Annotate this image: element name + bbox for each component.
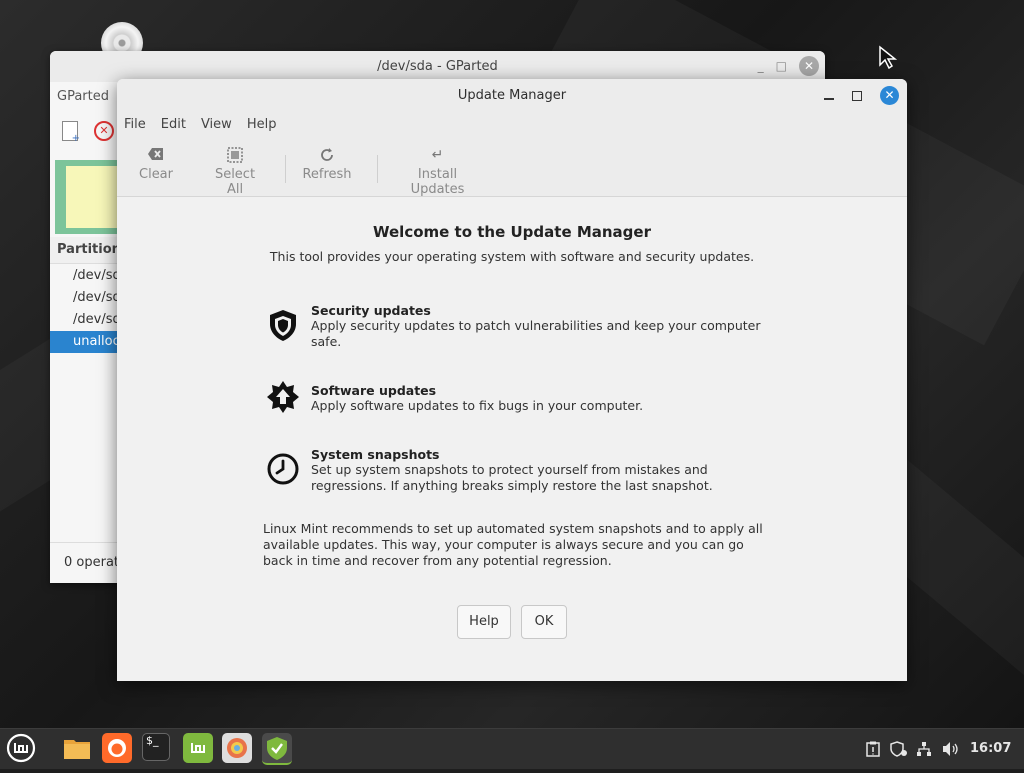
recommendation-text: Linux Mint recommends to set up automate… — [263, 521, 763, 568]
volume-tray-icon[interactable] — [942, 729, 960, 769]
install-updates-button[interactable]: ↵ Install Updates — [390, 147, 485, 197]
toolbar-separator — [377, 155, 378, 183]
gparted-disk-icon[interactable] — [222, 733, 252, 763]
clear-label: Clear — [139, 167, 173, 182]
install-arrow-icon: ↵ — [431, 147, 444, 163]
feature-title-snapshots: System snapshots — [311, 447, 440, 462]
clear-button[interactable]: Clear — [137, 147, 175, 182]
menu-help[interactable]: Help — [240, 112, 285, 138]
update-shield-tray-icon[interactable] — [890, 729, 908, 769]
welcome-title: Welcome to the Update Manager — [373, 223, 651, 241]
menu-bar: File Edit View Help — [117, 112, 907, 138]
shield-icon — [270, 310, 296, 341]
help-button[interactable]: Help — [457, 605, 511, 639]
feature-desc-snapshots: Set up system snapshots to protect yours… — [311, 462, 713, 493]
gparted-title: /dev/sda - GParted — [50, 51, 825, 82]
install-updates-label: Install Updates — [410, 167, 465, 197]
feature-desc-software: Apply software updates to fix bugs in yo… — [311, 398, 644, 413]
star-arrow-icon — [267, 381, 299, 413]
files-folder-icon[interactable] — [62, 733, 92, 763]
welcome-content — [117, 197, 907, 681]
mintinstall-icon[interactable] — [183, 733, 213, 763]
welcome-subtitle: This tool provides your operating system… — [269, 249, 755, 264]
gparted-app-label: GParted — [57, 89, 109, 104]
toolbar: Clear Select All Refresh ↵ Install Updat… — [117, 138, 907, 197]
backspace-icon — [137, 147, 175, 165]
close-button[interactable]: ✕ — [880, 86, 899, 105]
mint-menu-icon[interactable] — [6, 733, 36, 763]
feature-title-software: Software updates — [311, 383, 437, 398]
clock[interactable]: 16:07 — [970, 729, 1011, 769]
ok-button[interactable]: OK — [521, 605, 567, 639]
select-all-icon — [205, 147, 265, 165]
window-title: Update Manager — [117, 79, 907, 112]
terminal-icon[interactable]: $_ — [142, 733, 170, 761]
update-manager-shield-icon[interactable] — [262, 733, 292, 765]
gparted-maximize-button[interactable]: □ — [776, 59, 787, 73]
mouse-cursor-icon — [879, 45, 898, 69]
toolbar-separator — [285, 155, 286, 183]
feature-desc-security: Apply security updates to patch vulnerab… — [311, 318, 761, 349]
refresh-icon — [302, 147, 352, 165]
menu-file[interactable]: File — [117, 112, 154, 138]
clock-icon — [267, 453, 299, 485]
update-manager-window[interactable]: Update Manager ✕ File Edit View Help Cle… — [117, 79, 907, 681]
firefox-icon[interactable] — [102, 733, 132, 763]
clipboard-tray-icon[interactable] — [866, 729, 880, 769]
gparted-minimize-button[interactable]: _ — [758, 59, 764, 73]
minimize-button[interactable] — [824, 97, 834, 100]
taskbar: $_ 16:07 — [0, 728, 1024, 769]
network-tray-icon[interactable] — [916, 729, 932, 769]
select-all-label: Select All — [214, 167, 256, 197]
refresh-button[interactable]: Refresh — [302, 147, 352, 182]
feature-title-security: Security updates — [311, 303, 431, 318]
menu-view[interactable]: View — [194, 112, 240, 138]
refresh-label: Refresh — [302, 167, 352, 182]
maximize-button[interactable] — [852, 90, 862, 101]
select-all-button[interactable]: Select All — [205, 147, 265, 197]
delete-partition-icon[interactable]: ✕ — [94, 121, 114, 141]
gparted-close-button[interactable]: ✕ — [799, 56, 819, 76]
menu-edit[interactable]: Edit — [154, 112, 194, 138]
new-partition-icon[interactable] — [62, 121, 80, 144]
